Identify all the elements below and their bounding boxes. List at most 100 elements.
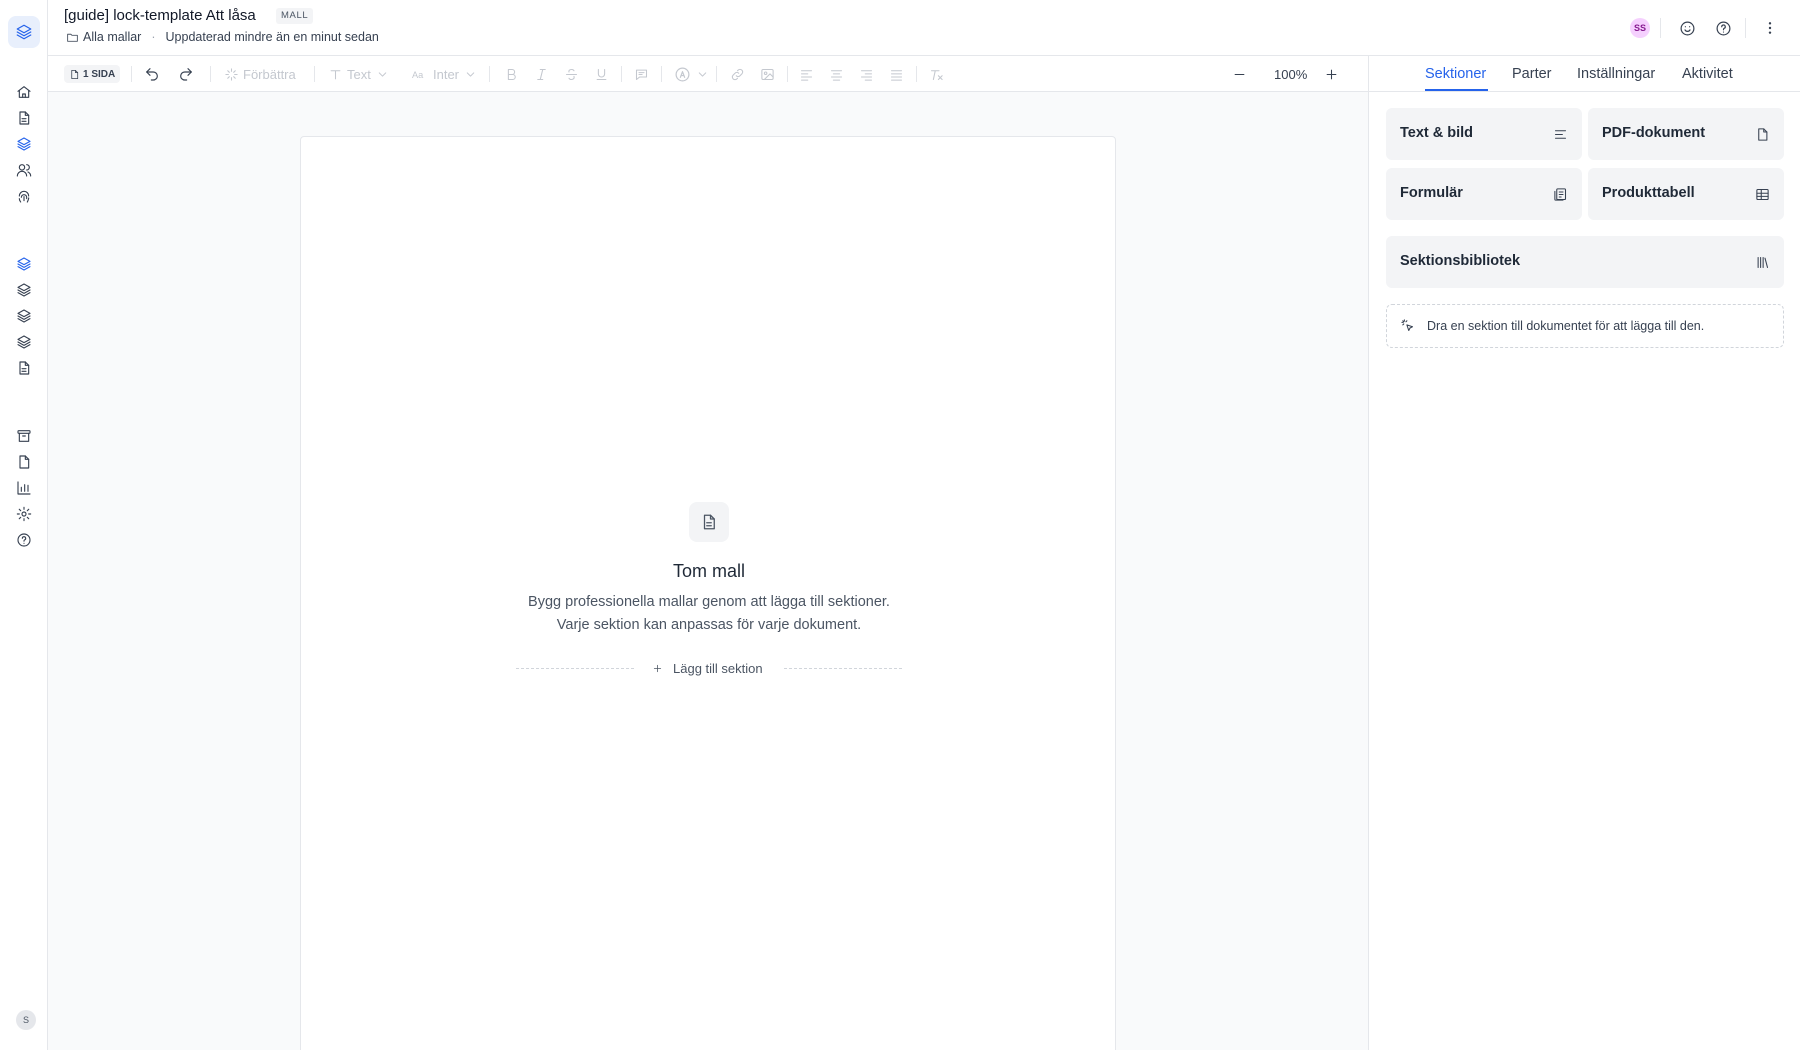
text-style-label: Text	[347, 66, 371, 82]
section-card-label: Sektionsbibliotek	[1400, 253, 1521, 269]
document-page[interactable]: Tom mall Bygg professionella mallar geno…	[300, 136, 1116, 1050]
undo-icon[interactable]	[144, 64, 160, 84]
add-section-label: Lägg till sektion	[673, 660, 763, 676]
breadcrumb-all-templates[interactable]: Alla mallar	[83, 30, 141, 44]
toolbar-divider	[621, 66, 622, 82]
tab-sektioner[interactable]: Sektioner	[1425, 66, 1486, 82]
section-card-label: PDF-dokument	[1602, 125, 1706, 141]
toolbar-divider	[716, 66, 717, 82]
dashed-divider	[784, 668, 902, 669]
align-right-icon[interactable]	[859, 64, 874, 84]
contacts-icon[interactable]	[12, 158, 36, 182]
file-icon[interactable]	[12, 450, 36, 474]
document-header: [guide] lock-template Att låsa MALL Alla…	[48, 0, 1800, 56]
template-layers-icon[interactable]	[12, 330, 36, 354]
section-card-text-image[interactable]: Text & bild	[1386, 108, 1582, 160]
user-avatar[interactable]: SS	[1630, 18, 1650, 38]
tab-aktivitet[interactable]: Aktivitet	[1682, 66, 1733, 82]
app-logo-layers-icon[interactable]	[8, 16, 40, 48]
strikethrough-icon[interactable]	[564, 64, 579, 84]
breadcrumb-separator: ·	[151, 30, 156, 44]
feedback-smiley-icon[interactable]	[1677, 18, 1697, 38]
align-left-icon[interactable]	[799, 64, 814, 84]
section-card-label: Produkttabell	[1602, 185, 1695, 201]
panel-tabs: Sektioner Parter Inställningar Aktivitet	[1369, 56, 1800, 92]
gear-icon[interactable]	[12, 502, 36, 526]
tab-parter[interactable]: Parter	[1512, 66, 1552, 82]
templates-layers-icon[interactable]	[12, 132, 36, 156]
header-divider	[1660, 18, 1661, 38]
add-section-row: Lägg till sektion	[516, 658, 902, 678]
zoom-level[interactable]: 100%	[1274, 64, 1307, 84]
editor-toolbar: 1 SIDA Förbättra Text Aa Inter 100%	[48, 56, 1368, 92]
section-card-label: Formulär	[1400, 185, 1463, 201]
text-style-dropdown[interactable]: Text	[328, 64, 389, 84]
plus-icon	[653, 664, 662, 672]
template-badge: MALL	[276, 8, 314, 24]
help-icon[interactable]	[12, 528, 36, 552]
image-icon[interactable]	[760, 64, 775, 84]
user-avatar[interactable]: S	[16, 1010, 36, 1030]
bold-icon[interactable]	[504, 64, 519, 84]
text-color-dropdown[interactable]	[674, 64, 709, 84]
italic-icon[interactable]	[534, 64, 549, 84]
toolbar-divider	[131, 66, 132, 82]
empty-state-description: Varje sektion kan anpassas för varje dok…	[556, 617, 862, 633]
font-dropdown[interactable]: Aa Inter	[412, 64, 477, 84]
section-card-product-table[interactable]: Produkttabell	[1588, 168, 1784, 220]
sparkle-icon	[225, 67, 238, 81]
align-center-icon[interactable]	[829, 64, 844, 84]
table-icon	[1752, 184, 1772, 204]
bar-chart-icon[interactable]	[12, 476, 36, 500]
more-vertical-icon[interactable]	[1760, 18, 1780, 38]
template-layers-icon[interactable]	[12, 252, 36, 276]
redo-icon[interactable]	[178, 64, 194, 84]
add-section-button[interactable]: Lägg till sektion	[652, 658, 763, 678]
chevron-down-icon	[378, 71, 387, 77]
section-card-label: Text & bild	[1400, 125, 1474, 141]
toolbar-divider	[314, 66, 315, 82]
toolbar-divider	[661, 66, 662, 82]
active-tab-indicator	[1425, 89, 1488, 91]
align-justify-icon[interactable]	[889, 64, 904, 84]
drag-hint-box: Dra en sektion till dokumentet för att l…	[1386, 304, 1784, 348]
file-icon	[1752, 124, 1772, 144]
section-card-library[interactable]: Sektionsbibliotek	[1386, 236, 1784, 288]
fingerprint-icon[interactable]	[12, 184, 36, 208]
help-icon[interactable]	[1713, 18, 1733, 38]
font-label: Inter	[433, 66, 460, 82]
improve-button[interactable]: Förbättra	[224, 64, 296, 84]
breadcrumb: Alla mallar · Uppdaterad mindre än en mi…	[66, 30, 379, 44]
tab-installningar[interactable]: Inställningar	[1577, 66, 1655, 82]
document-icon[interactable]	[12, 356, 36, 380]
improve-label: Förbättra	[243, 66, 296, 82]
library-icon	[1752, 252, 1772, 272]
underline-icon[interactable]	[594, 64, 609, 84]
link-icon[interactable]	[730, 64, 745, 84]
clear-format-icon[interactable]	[929, 64, 944, 84]
svg-text:Aa: Aa	[412, 70, 424, 80]
document-icon[interactable]	[12, 106, 36, 130]
page-count-chip[interactable]: 1 SIDA	[64, 65, 121, 83]
template-layers-icon[interactable]	[12, 304, 36, 328]
toolbar-divider	[210, 66, 211, 82]
zoom-out-icon[interactable]	[1232, 64, 1247, 84]
sections-panel: Sektioner Parter Inställningar Aktivitet…	[1368, 56, 1800, 1050]
chevron-down-icon	[698, 71, 707, 77]
section-card-form[interactable]: Formulär	[1386, 168, 1582, 220]
text-color-icon	[675, 67, 690, 81]
toolbar-divider	[787, 66, 788, 82]
left-rail: S	[0, 0, 48, 1050]
folder-icon	[66, 31, 79, 44]
comment-icon[interactable]	[634, 64, 649, 84]
template-layers-icon[interactable]	[12, 278, 36, 302]
zoom-in-icon[interactable]	[1324, 64, 1339, 84]
drag-cursor-icon	[1400, 318, 1415, 333]
align-left-icon	[1550, 124, 1570, 144]
drag-hint-text: Dra en sektion till dokumentet för att l…	[1427, 319, 1705, 333]
dashed-divider	[516, 668, 634, 669]
section-card-pdf[interactable]: PDF-dokument	[1588, 108, 1784, 160]
home-icon[interactable]	[12, 80, 36, 104]
archive-icon[interactable]	[12, 424, 36, 448]
document-title[interactable]: [guide] lock-template Att låsa	[64, 7, 256, 24]
